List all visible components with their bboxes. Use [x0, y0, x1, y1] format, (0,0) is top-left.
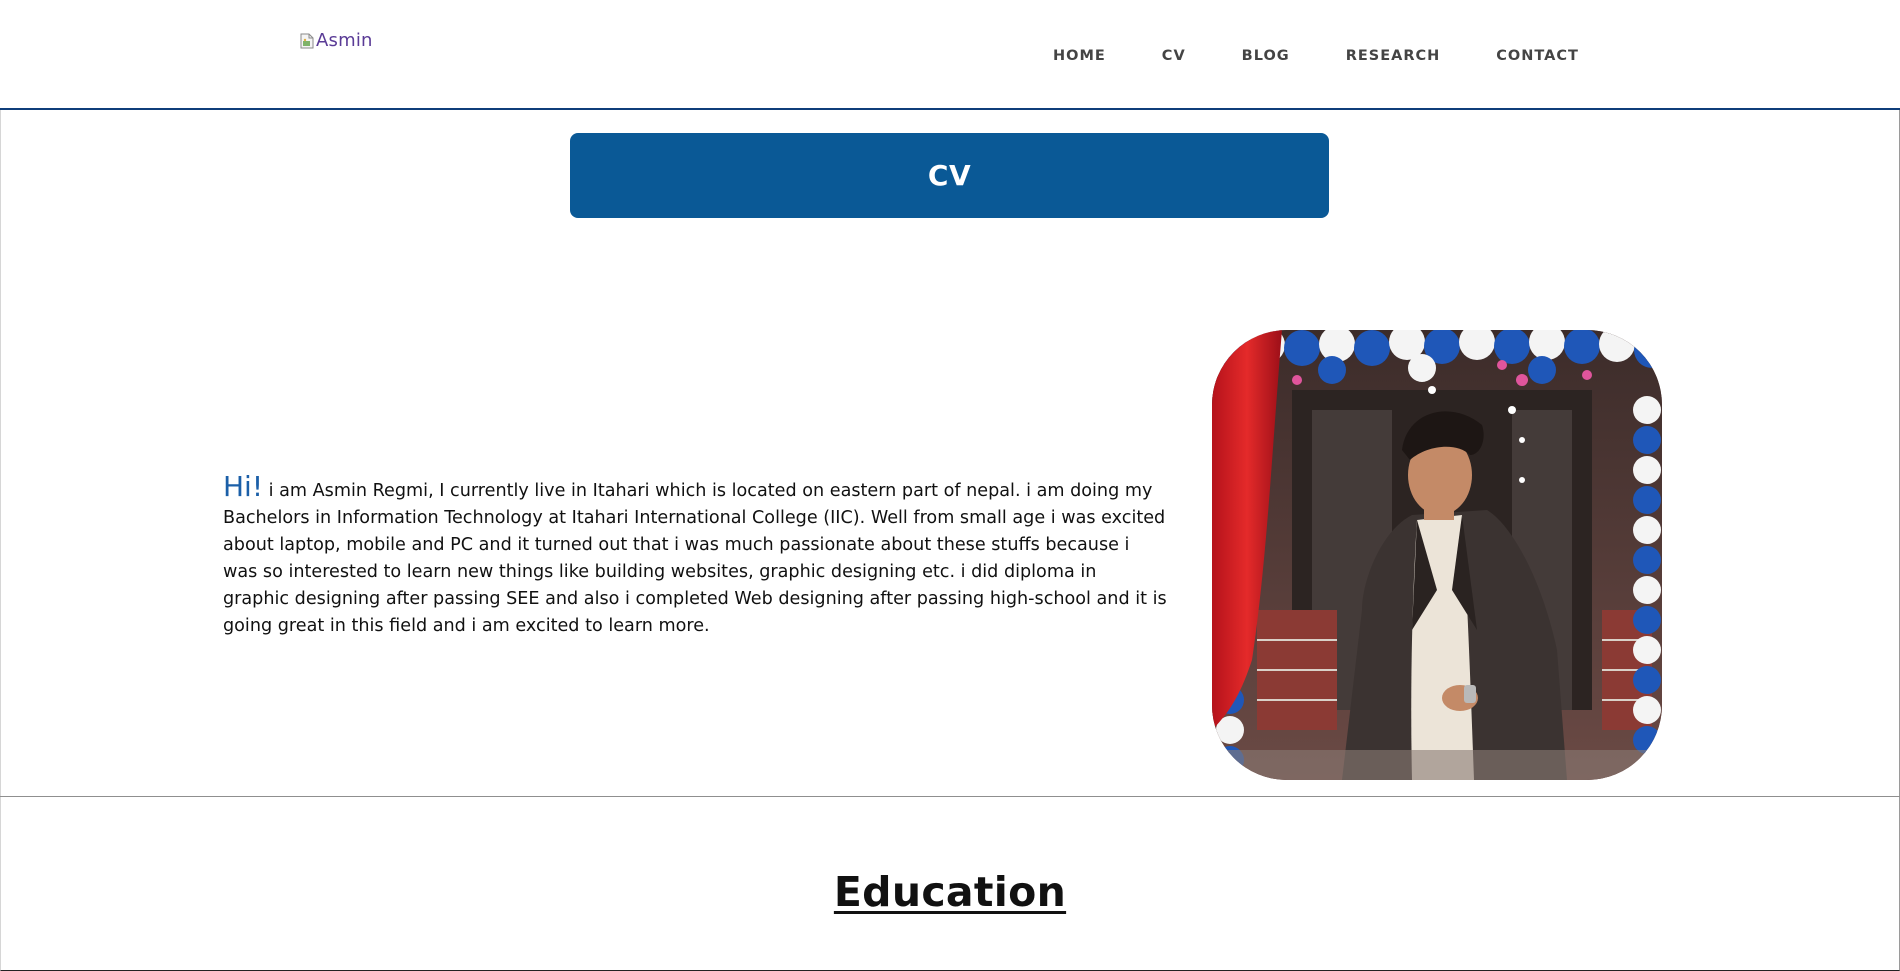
nav-research[interactable]: RESEARCH	[1346, 48, 1441, 64]
site-header: Asmin HOME CV BLOG RESEARCH CONTACT	[0, 0, 1900, 110]
education-heading: Education	[833, 868, 1067, 916]
main-nav: HOME CV BLOG RESEARCH CONTACT	[1053, 48, 1579, 64]
logo-link[interactable]: Asmin	[300, 30, 373, 51]
broken-image-icon	[300, 33, 314, 49]
profile-photo	[1212, 330, 1662, 780]
cv-banner-title: CV	[927, 159, 972, 192]
intro-greeting: Hi!	[223, 470, 264, 503]
nav-home[interactable]: HOME	[1053, 48, 1106, 64]
nav-blog[interactable]: BLOG	[1242, 48, 1290, 64]
intro-paragraph: Hi! i am Asmin Regmi, I currently live i…	[223, 473, 1168, 640]
section-divider	[0, 796, 1900, 797]
nav-contact[interactable]: CONTACT	[1496, 48, 1579, 64]
nav-cv[interactable]: CV	[1162, 48, 1186, 64]
logo-alt-text: Asmin	[316, 30, 373, 51]
intro-text: i am Asmin Regmi, I currently live in It…	[223, 481, 1167, 636]
cv-banner: CV	[570, 133, 1329, 218]
